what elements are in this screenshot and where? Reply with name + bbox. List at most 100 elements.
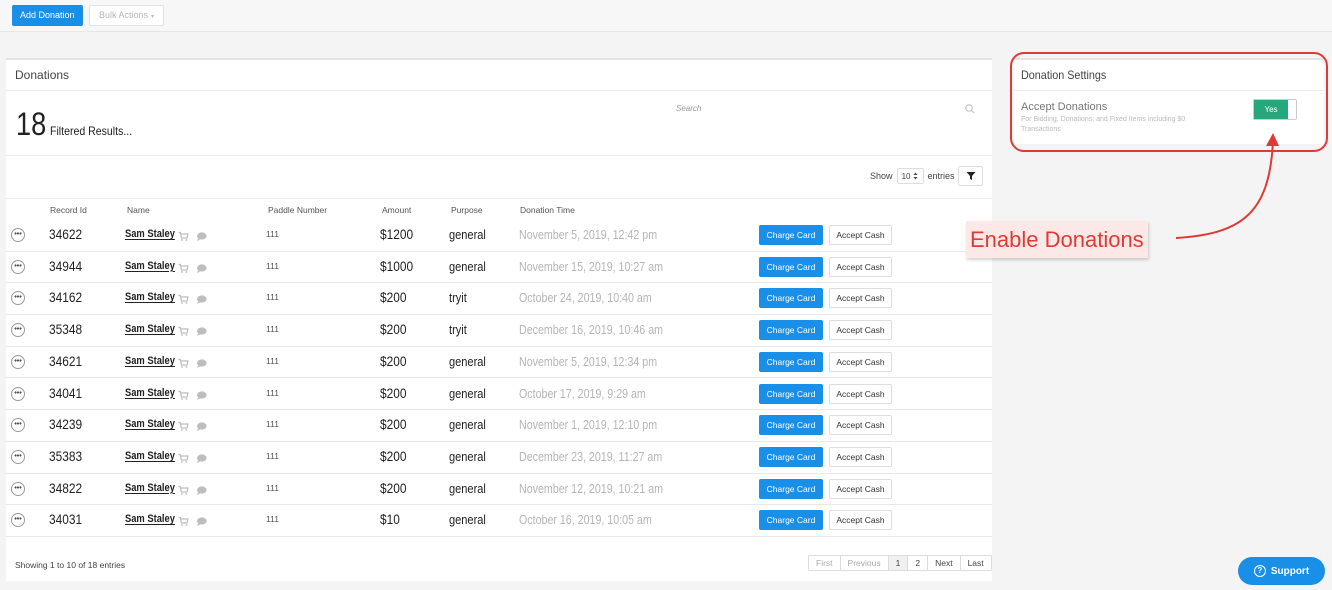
- help-icon: ?: [1253, 565, 1266, 577]
- chat-icon[interactable]: [196, 324, 207, 337]
- charge-card-button[interactable]: Charge Card: [759, 288, 823, 309]
- cart-icon[interactable]: [178, 324, 189, 336]
- pager-2[interactable]: 2: [908, 556, 929, 570]
- support-button[interactable]: ? Support: [1238, 557, 1325, 585]
- purpose: general: [449, 448, 486, 464]
- donation-time: December 23, 2019, 11:27 am: [519, 448, 663, 464]
- donor-name-link[interactable]: Sam Staley: [125, 482, 175, 494]
- cart-icon[interactable]: [178, 388, 189, 400]
- pager-last[interactable]: Last: [961, 556, 991, 570]
- chat-icon[interactable]: [196, 419, 207, 432]
- cart-icon[interactable]: [178, 514, 189, 527]
- donor-name-link[interactable]: Sam Staley: [125, 355, 175, 367]
- charge-card-button[interactable]: Charge Card: [759, 225, 823, 245]
- charge-card-button[interactable]: Charge Card: [759, 383, 823, 404]
- table-row: ••• 34621 Sam Staley 111 $200 general November…: [6, 347, 992, 379]
- entries-select[interactable]: 10: [896, 168, 924, 184]
- paddle-number: 111: [266, 260, 279, 271]
- row-expand-icon[interactable]: •••: [11, 386, 25, 401]
- filter-button[interactable]: [958, 166, 983, 186]
- row-expand-icon[interactable]: •••: [11, 513, 25, 528]
- search-input[interactable]: Search: [676, 104, 701, 113]
- column-header-record-id[interactable]: Record Id: [50, 205, 87, 215]
- column-header-name[interactable]: Name: [127, 205, 150, 215]
- pager-next[interactable]: Next: [928, 556, 961, 570]
- cart-icon[interactable]: [178, 483, 189, 495]
- row-expand-icon[interactable]: •••: [11, 259, 25, 274]
- column-header-amount[interactable]: Amount: [382, 205, 411, 215]
- donation-time: November 5, 2019, 12:42 pm: [519, 227, 658, 242]
- purpose: general: [449, 512, 486, 528]
- amount: $200: [380, 447, 407, 464]
- record-id: 35383: [49, 447, 83, 464]
- chat-icon[interactable]: [196, 229, 207, 241]
- chat-icon[interactable]: [196, 483, 207, 495]
- bulk-actions-dropdown[interactable]: Bulk Actions ▾: [89, 5, 165, 26]
- amount: $1000: [380, 257, 414, 274]
- showing-entries-info: Showing 1 to 10 of 18 entries: [15, 560, 126, 570]
- table-row: ••• 34239 Sam Staley 111 $200 general November…: [6, 410, 992, 442]
- divider: [6, 198, 992, 199]
- charge-card-button[interactable]: Charge Card: [759, 415, 823, 436]
- accept-cash-button[interactable]: Accept Cash: [829, 225, 892, 245]
- chat-icon[interactable]: [196, 356, 207, 368]
- row-expand-icon[interactable]: •••: [11, 418, 25, 433]
- column-header-purpose[interactable]: Purpose: [451, 205, 483, 215]
- annotation-label: Enable Donations: [966, 221, 1148, 258]
- cart-icon[interactable]: [178, 292, 189, 305]
- column-header-donation-time[interactable]: Donation Time: [520, 205, 575, 215]
- purpose: general: [449, 258, 486, 274]
- donor-name-link[interactable]: Sam Staley: [125, 387, 175, 399]
- row-expand-icon[interactable]: •••: [11, 228, 25, 242]
- donor-name-link[interactable]: Sam Staley: [125, 418, 175, 430]
- charge-card-button[interactable]: Charge Card: [759, 320, 823, 341]
- charge-card-button[interactable]: Charge Card: [759, 478, 823, 499]
- column-header-paddle-number[interactable]: Paddle Number: [268, 205, 327, 215]
- charge-card-button[interactable]: Charge Card: [759, 446, 823, 467]
- pager-first[interactable]: First: [809, 556, 841, 570]
- charge-card-button[interactable]: Charge Card: [759, 351, 823, 372]
- accept-cash-button[interactable]: Accept Cash: [829, 351, 892, 372]
- donor-name-link[interactable]: Sam Staley: [125, 323, 175, 335]
- chat-icon[interactable]: [196, 292, 207, 305]
- cart-icon[interactable]: [178, 229, 189, 241]
- row-expand-icon[interactable]: •••: [11, 449, 25, 464]
- pager-previous[interactable]: Previous: [841, 556, 889, 570]
- accept-cash-button[interactable]: Accept Cash: [829, 478, 892, 499]
- donor-name-link[interactable]: Sam Staley: [125, 513, 175, 525]
- accept-cash-button[interactable]: Accept Cash: [829, 256, 892, 277]
- cart-icon[interactable]: [178, 419, 189, 432]
- pager-1[interactable]: 1: [888, 556, 909, 570]
- chat-icon[interactable]: [196, 451, 207, 463]
- donor-name-link[interactable]: Sam Staley: [125, 228, 175, 240]
- accept-cash-button[interactable]: Accept Cash: [829, 510, 892, 531]
- row-expand-icon[interactable]: •••: [11, 323, 25, 338]
- chat-icon[interactable]: [196, 388, 207, 400]
- cart-icon[interactable]: [178, 356, 189, 368]
- chat-icon[interactable]: [196, 514, 207, 527]
- cart-icon[interactable]: [178, 261, 189, 273]
- accept-cash-button[interactable]: Accept Cash: [829, 383, 892, 404]
- row-expand-icon[interactable]: •••: [11, 481, 25, 496]
- cart-icon[interactable]: [178, 451, 189, 463]
- accept-cash-button[interactable]: Accept Cash: [829, 288, 892, 309]
- search-icon[interactable]: [964, 103, 976, 115]
- donor-name-link[interactable]: Sam Staley: [125, 450, 175, 462]
- row-expand-icon[interactable]: •••: [11, 291, 25, 306]
- charge-card-button[interactable]: Charge Card: [759, 256, 823, 277]
- purpose: general: [449, 385, 486, 401]
- record-id: 34944: [49, 257, 83, 274]
- accept-cash-button[interactable]: Accept Cash: [829, 446, 892, 467]
- amount: $200: [380, 321, 407, 338]
- accept-cash-button[interactable]: Accept Cash: [829, 320, 892, 341]
- panel-title: Donations: [15, 68, 70, 82]
- donor-name-link[interactable]: Sam Staley: [125, 291, 175, 303]
- accept-cash-button[interactable]: Accept Cash: [829, 415, 892, 436]
- charge-card-button[interactable]: Charge Card: [759, 510, 823, 531]
- chat-icon[interactable]: [196, 261, 207, 273]
- row-expand-icon[interactable]: •••: [11, 354, 25, 369]
- donor-name-link[interactable]: Sam Staley: [125, 260, 175, 272]
- donation-time: November 12, 2019, 10:21 am: [519, 480, 663, 496]
- amount: $200: [380, 352, 407, 369]
- add-donation-button[interactable]: Add Donation: [12, 5, 83, 26]
